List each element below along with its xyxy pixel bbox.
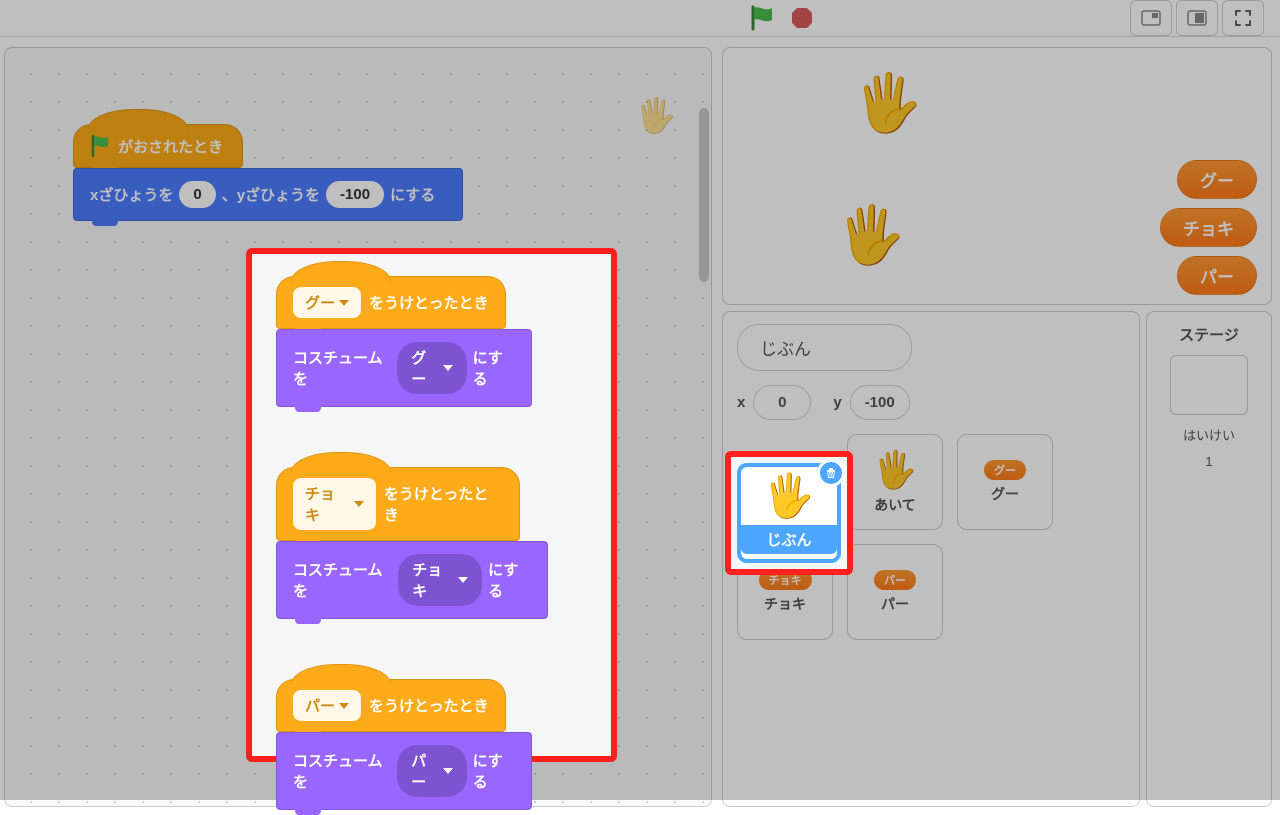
y-label: y [833,394,841,411]
costume-dropdown[interactable]: グー [397,342,466,394]
block-segment: コスチュームを [293,559,392,601]
block-label: をうけとったとき [369,292,489,313]
switch-costume-gu-block[interactable]: コスチュームを グー にする [276,329,532,407]
block-segment: 、yざひょうを [222,184,320,205]
sprite-thumbnail-icon: 🖐️ [635,96,677,136]
block-segment: コスチュームを [293,347,391,389]
player-hand-icon: 🖐️ [836,202,906,268]
block-segment: にする [473,347,515,389]
message-dropdown[interactable]: チョキ [293,478,376,530]
costume-dropdown[interactable]: パー [397,745,466,797]
topbar [0,0,1280,37]
when-receive-choki-block[interactable]: チョキ をうけとったとき [276,467,520,541]
switch-costume-pa-block[interactable]: コスチュームを パー にする [276,732,532,810]
block-segment: にする [473,750,515,792]
block-label: がおされたとき [118,136,223,157]
hand-icon: 🖐️ [763,472,815,521]
paper-mini-icon: パー [874,570,916,590]
costume-dropdown[interactable]: チョキ [398,554,482,606]
fullscreen-icon[interactable] [1222,0,1264,36]
sprite-tile-jibun-selected[interactable]: 🖐️ じぶん [737,463,841,563]
stop-icon[interactable] [790,6,814,30]
delete-sprite-icon[interactable] [817,459,845,487]
block-segment: コスチュームを [293,750,391,792]
rock-mini-icon: グー [984,460,1026,480]
sprite-tile-gu[interactable]: グー グー [957,434,1053,530]
block-segment: にする [390,184,435,205]
backdrop-count: 1 [1205,454,1212,469]
switch-costume-choki-block[interactable]: コスチュームを チョキ にする [276,541,548,619]
message-dropdown[interactable]: パー [293,690,361,721]
block-label: をうけとったとき [369,695,489,716]
scrollbar-thumb[interactable] [699,108,709,282]
y-coord-input[interactable]: -100 [850,385,910,420]
when-flag-clicked-block[interactable]: がおされたとき [73,124,243,168]
block-segment: にする [488,559,531,601]
backdrop-thumbnail[interactable] [1170,355,1248,415]
block-segment: xざひょうを [90,184,173,205]
x-label: x [737,394,745,411]
view-mode-large-stage[interactable] [1176,0,1218,36]
flag-icon [90,135,110,157]
backdrop-label: はいけい [1183,425,1235,444]
opponent-hand-icon: 🖐️ [853,70,923,136]
sprite-tile-aite[interactable]: 🖐️ あいて [847,434,943,530]
y-value-input[interactable]: -100 [326,181,384,208]
stage-panel: ステージ はいけい 1 [1146,311,1272,807]
sprite-name-input[interactable]: じぶん [737,324,912,371]
rock-button[interactable]: グー [1177,160,1257,199]
x-value-input[interactable]: 0 [179,181,215,208]
when-receive-gu-block[interactable]: グー をうけとったとき [276,276,506,329]
stage-title: ステージ [1179,324,1239,345]
go-to-xy-block[interactable]: xざひょうを 0 、yざひょうを -100 にする [73,168,463,221]
paper-button[interactable]: パー [1177,256,1257,295]
scissors-button[interactable]: チョキ [1160,208,1257,247]
x-coord-input[interactable]: 0 [753,385,811,420]
block-label: をうけとったとき [384,483,503,525]
sprite-tile-pa[interactable]: パー パー [847,544,943,640]
green-flag-icon[interactable] [750,5,774,31]
view-mode-small-stage[interactable] [1130,0,1172,36]
stage[interactable]: 🖐️ 🖐️ グー チョキ パー [722,47,1272,305]
hand-icon: 🖐️ [873,449,918,491]
when-receive-pa-block[interactable]: パー をうけとったとき [276,679,506,732]
message-dropdown[interactable]: グー [293,287,361,318]
